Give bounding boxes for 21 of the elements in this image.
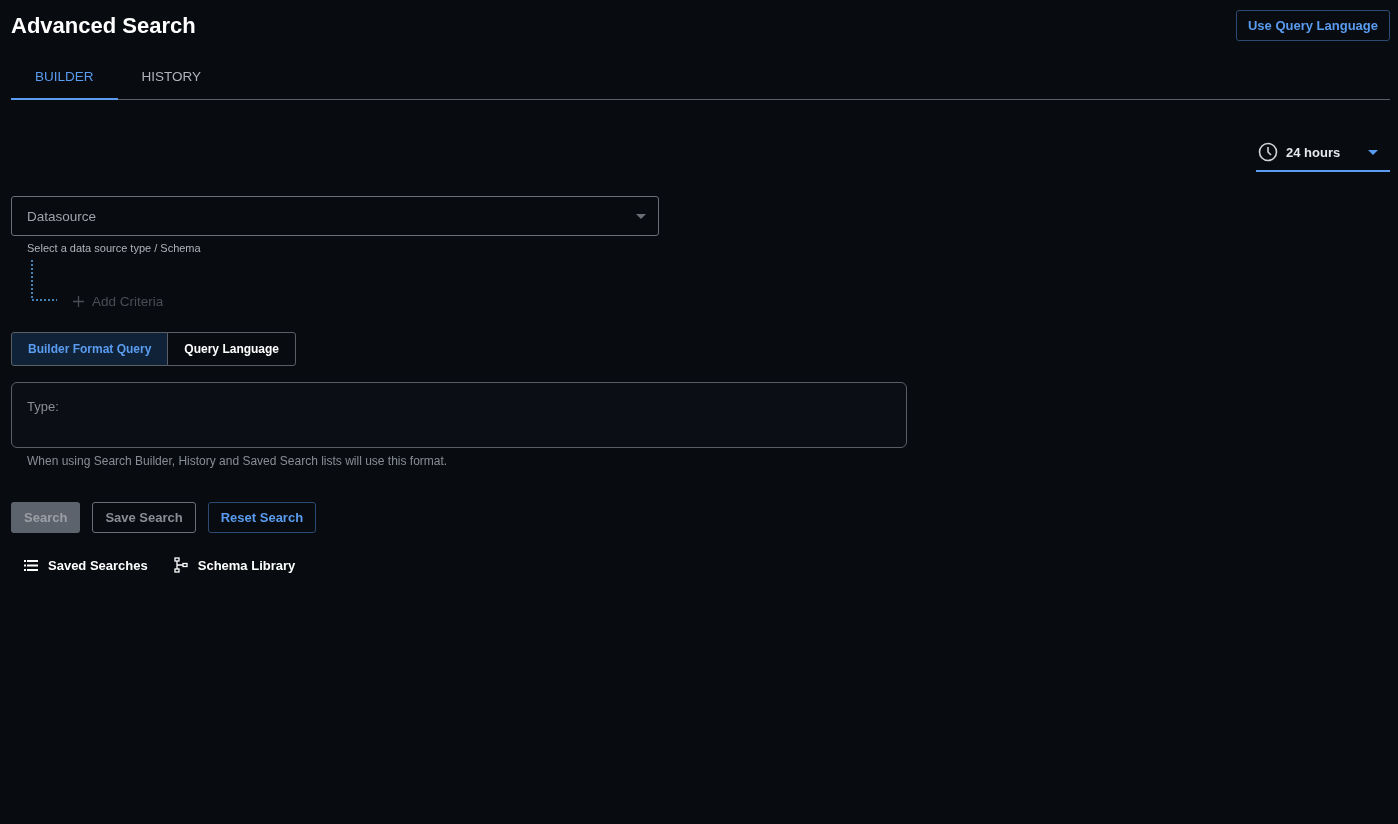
time-range-dropdown[interactable]: 24 hours [1256,138,1390,172]
link-button[interactable]: Saved Searches [24,557,148,573]
caret-icon [636,213,646,219]
datasource-select[interactable]: Datasource [11,196,659,236]
tab[interactable]: BUILDER [11,59,118,100]
use-query-language-button[interactable]: Use Query Language [1235,10,1390,41]
hierarchy-icon [173,557,188,573]
action-button[interactable]: Reset Search [207,502,317,533]
tab[interactable]: HISTORY [117,59,226,100]
format-toggle-option[interactable]: Builder Format Query [11,332,169,366]
plus-icon [73,296,84,307]
caret-icon [1368,149,1378,155]
list-icon [24,559,38,571]
helper-text: When using Search Builder, History and Saved Search lists will use this format. [27,454,449,468]
connector-line [31,260,57,302]
link-button[interactable]: Schema Library [173,557,296,573]
clock-icon [1258,142,1278,162]
page-title: Advanced Search [11,12,196,39]
helper-text: Select a data source type / Schema [27,242,202,254]
query-input[interactable]: Type: [11,382,907,448]
format-toggle-option[interactable]: Query Language [167,332,297,366]
